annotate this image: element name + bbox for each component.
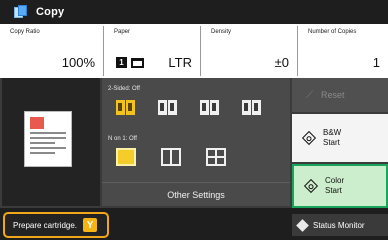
paper-label: Paper	[114, 29, 131, 35]
four-on-one-icon[interactable]	[206, 148, 226, 166]
copies-value: 1	[372, 55, 380, 70]
copies-button[interactable]: Number of Copies 1	[298, 26, 388, 76]
two-to-one-sided-icon[interactable]	[240, 98, 264, 118]
page-title: Copy	[36, 6, 65, 18]
copy-icon	[14, 5, 28, 19]
two-sided-label: 2-Sided: Off	[108, 86, 140, 92]
paper-button[interactable]: Paper 1 LTR	[104, 26, 201, 76]
settings-row: Copy Ratio 100% Paper 1 LTR Density ±0 N…	[0, 26, 388, 76]
copies-label: Number of Copies	[308, 29, 357, 35]
color-start-button[interactable]: Color Start	[292, 164, 388, 208]
one-to-one-sided-icon[interactable]	[114, 98, 138, 118]
n-on-1-off-icon[interactable]	[116, 148, 136, 166]
bw-start-label: B&W Start	[323, 128, 342, 147]
bw-start-button[interactable]: B&W Start	[292, 114, 388, 162]
status-monitor-label: Status Monitor	[313, 220, 365, 230]
yellow-cartridge-icon: Y	[83, 218, 98, 232]
density-button[interactable]: Density ±0	[201, 26, 298, 76]
one-to-two-sided-icon[interactable]	[156, 98, 180, 118]
paper-source-icons: 1	[116, 57, 144, 68]
two-on-one-icon[interactable]	[161, 148, 181, 166]
status-monitor-button[interactable]: Status Monitor	[292, 214, 388, 236]
status-bar: Prepare cartridge. Y Status Monitor	[0, 208, 388, 240]
paper-size-value: LTR	[168, 55, 192, 70]
density-value: ±0	[274, 55, 289, 70]
n-on-1-options	[116, 148, 226, 166]
title-bar: Copy	[0, 0, 388, 24]
options-panel: 2-Sided: Off N on 1: Off Other Settings	[102, 78, 290, 206]
paper-tray-icon	[131, 57, 144, 68]
other-settings-button[interactable]: Other Settings	[102, 182, 290, 206]
reset-label: Reset	[321, 90, 345, 100]
two-to-two-sided-icon[interactable]	[198, 98, 222, 118]
two-sided-options	[114, 98, 264, 118]
start-icon	[303, 178, 319, 194]
start-icon	[301, 130, 317, 146]
prepare-cartridge-message[interactable]: Prepare cartridge. Y	[3, 212, 109, 238]
density-label: Density	[211, 29, 232, 35]
status-message: Prepare cartridge.	[13, 220, 78, 230]
reset-icon: ⟋	[306, 89, 313, 101]
copy-ratio-value: 100%	[61, 55, 95, 70]
copy-ratio-label: Copy Ratio	[10, 29, 40, 35]
reset-button[interactable]: ⟋ Reset	[292, 78, 388, 112]
color-start-label: Color Start	[325, 176, 345, 195]
status-monitor-icon	[296, 218, 309, 232]
document-preview-icon	[24, 111, 72, 167]
preview-panel	[2, 78, 100, 206]
copy-ratio-button[interactable]: Copy Ratio 100%	[0, 26, 104, 76]
drawer-number-icon: 1	[116, 57, 127, 68]
n-on-1-label: N on 1: Off	[108, 136, 137, 142]
